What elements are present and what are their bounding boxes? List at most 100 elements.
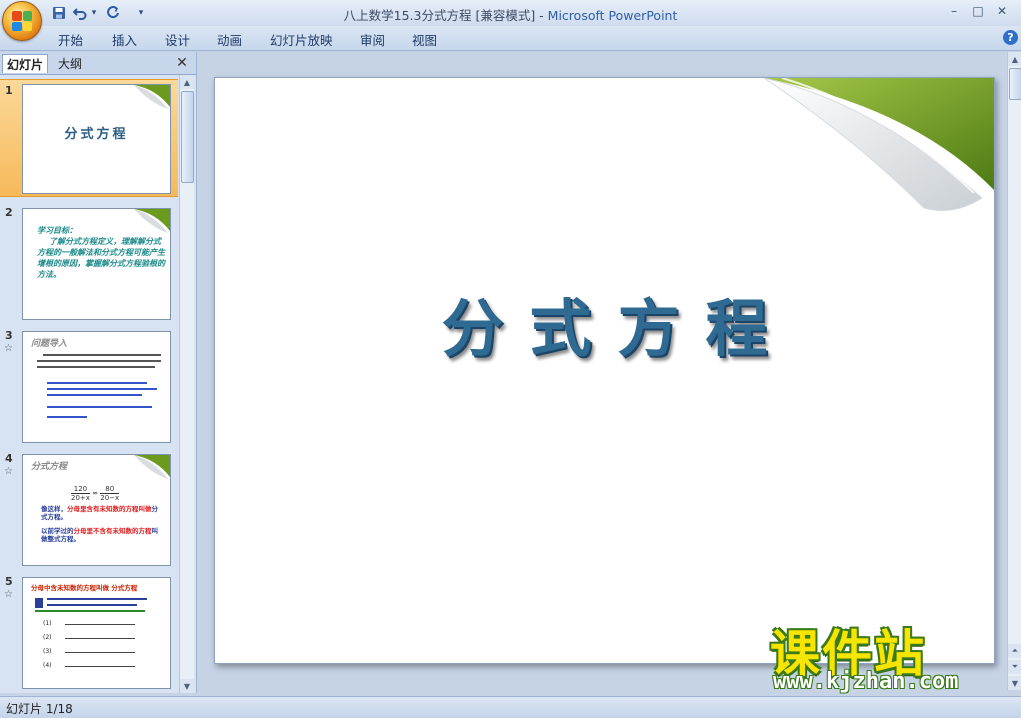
- tab-view[interactable]: 视图: [412, 30, 437, 49]
- minimize-button[interactable]: –: [943, 2, 965, 20]
- text-line: [47, 394, 142, 396]
- thumbnail-heading: 问题导入: [31, 339, 68, 349]
- equation: 120 20+x = 80 20−x: [71, 485, 120, 502]
- tab-outline[interactable]: 大纲: [54, 54, 86, 72]
- row-label: (4): [43, 662, 52, 669]
- slide-thumbnail-3[interactable]: 问题导入: [22, 331, 171, 443]
- corner-leaf-icon: [134, 455, 170, 479]
- text-blue: 以前学过的: [41, 527, 74, 535]
- thumbnail-title: 分式方程: [64, 127, 129, 142]
- thumbnail-number: 2: [5, 206, 13, 219]
- page-curl-leaf-icon: [764, 78, 994, 211]
- text-line: [47, 382, 147, 384]
- text-line: [47, 598, 147, 600]
- animation-star-icon: ☆: [4, 466, 13, 477]
- tab-design[interactable]: 设计: [165, 30, 190, 49]
- thumbnail-list: 1 分式方程 2 学习目标： 了解分式方程定义，理解解分式方程的一般解法和分式方…: [0, 75, 178, 693]
- ribbon-tab-bar: 开始 插入 设计 动画 幻灯片放映 审阅 视图 ?: [0, 26, 1021, 51]
- text-red: 分母里含有未知数的方程叫做: [67, 505, 152, 513]
- text-line: [65, 652, 135, 653]
- scrollbar-thumb[interactable]: [181, 91, 194, 183]
- tab-review[interactable]: 审阅: [360, 30, 385, 49]
- maximize-button[interactable]: □: [967, 2, 989, 20]
- slides-panel: 幻灯片 大纲 ✕ 1 分式方程 2 学习目标： 了解分式方程定义，理解解分式方程…: [0, 52, 197, 693]
- tab-slideshow[interactable]: 幻灯片放映: [270, 30, 333, 49]
- thumbnail-heading: 学习目标：: [37, 226, 77, 235]
- thumbnail-scrollbar[interactable]: ▲ ▼: [179, 75, 194, 693]
- fraction-denominator: 20−x: [100, 494, 120, 502]
- fraction-denominator: 20+x: [71, 494, 90, 502]
- status-bar: 幻灯片 1/18: [0, 696, 1021, 718]
- corner-leaf-icon: [134, 85, 170, 109]
- slide-thumbnail-2[interactable]: 学习目标： 了解分式方程定义，理解解分式方程的一般解法和分式方程可能产生增根的原…: [22, 208, 171, 320]
- thumbnail-heading: 分式方程: [31, 462, 68, 472]
- tab-insert[interactable]: 插入: [112, 30, 137, 49]
- bullet-icon: [35, 598, 43, 608]
- definition-text: 以前学过的分母里不含有未知数的方程叫做整式方程。: [41, 527, 161, 543]
- slide-title[interactable]: 分式方程: [215, 278, 994, 368]
- thumbnail-heading: 分母中含未知数的方程叫做 分式方程: [31, 584, 138, 592]
- fraction-numerator: 80: [100, 485, 120, 494]
- fraction-numerator: 120: [71, 485, 90, 494]
- previous-slide-icon[interactable]: ⏶: [1008, 644, 1021, 658]
- text-line: [47, 406, 152, 408]
- scroll-down-icon[interactable]: ▼: [180, 679, 194, 693]
- thumbnail-number: 3: [5, 329, 13, 342]
- text-line: [43, 354, 161, 356]
- close-button[interactable]: ✕: [991, 2, 1013, 20]
- text-line: [37, 366, 155, 368]
- text-line: [35, 610, 145, 612]
- title-separator: -: [535, 8, 548, 23]
- tab-animations[interactable]: 动画: [217, 30, 242, 49]
- text-line: [65, 624, 135, 625]
- thumbnail-number: 1: [5, 84, 13, 97]
- thumbnail-row-1[interactable]: 1 分式方程: [0, 79, 178, 197]
- slide-indicator: 幻灯片 1/18: [6, 702, 73, 716]
- current-slide[interactable]: 分式方程: [214, 77, 995, 664]
- panel-close-icon[interactable]: ✕: [174, 54, 190, 72]
- document-title: 八上数学15.3分式方程 [兼容模式]: [343, 8, 536, 23]
- office-logo-icon: [12, 11, 32, 31]
- slide-scrollbar[interactable]: ▲ ⏶ ⏷ ▼: [1007, 52, 1021, 690]
- row-label: (3): [43, 648, 52, 655]
- thumbnail-row-5[interactable]: 5 ☆ 分母中含未知数的方程叫做 分式方程 (1) (2) (3) (4): [0, 571, 178, 689]
- thumbnail-row-2[interactable]: 2 学习目标： 了解分式方程定义，理解解分式方程的一般解法和分式方程可能产生增根…: [0, 202, 178, 320]
- text-line: [37, 360, 161, 362]
- text-line: [47, 604, 137, 606]
- text-red: 分母里不含有未知数的方程: [73, 527, 152, 535]
- next-slide-icon[interactable]: ⏷: [1008, 660, 1021, 674]
- thumbnail-row-4[interactable]: 4 ☆ 分式方程 120 20+x = 80 20−x 像这样，分母里含有未知数…: [0, 448, 178, 566]
- thumbnail-row-3[interactable]: 3 ☆ 问题导入: [0, 325, 178, 443]
- scroll-down-icon[interactable]: ▼: [1008, 676, 1021, 690]
- help-icon[interactable]: ?: [1003, 30, 1018, 45]
- window-title: 八上数学15.3分式方程 [兼容模式] - Microsoft PowerPoi…: [0, 5, 1021, 24]
- text-line: [47, 388, 157, 390]
- watermark-url: www.kjzhan.com: [773, 669, 959, 694]
- thumbnail-number: 4: [5, 452, 13, 465]
- text-line: [47, 416, 87, 418]
- definition-text: 像这样，分母里含有未知数的方程叫做分式方程。: [41, 505, 161, 521]
- scroll-up-icon[interactable]: ▲: [1008, 52, 1021, 66]
- tab-slides[interactable]: 幻灯片: [2, 54, 49, 73]
- panel-tabs: 幻灯片 大纲 ✕: [0, 52, 196, 75]
- title-bar: ▾ ▾ 八上数学15.3分式方程 [兼容模式] - Microsoft Powe…: [0, 0, 1021, 41]
- row-label: (2): [43, 634, 52, 641]
- app-name: Microsoft PowerPoint: [547, 8, 678, 23]
- text-line: [65, 666, 135, 667]
- animation-star-icon: ☆: [4, 343, 13, 354]
- slide-thumbnail-1[interactable]: 分式方程: [22, 84, 171, 194]
- row-label: (1): [43, 620, 52, 627]
- scrollbar-thumb[interactable]: [1009, 68, 1021, 100]
- slide-editing-area: 分式方程: [198, 52, 1006, 690]
- office-button[interactable]: [2, 1, 42, 41]
- animation-star-icon: ☆: [4, 589, 13, 600]
- tab-home[interactable]: 开始: [58, 30, 83, 49]
- text-line: [65, 638, 135, 639]
- slide-thumbnail-4[interactable]: 分式方程 120 20+x = 80 20−x 像这样，分母里含有未知数的方程叫…: [22, 454, 171, 566]
- thumbnail-text: 学习目标： 了解分式方程定义，理解解分式方程的一般解法和分式方程可能产生增根的原…: [37, 225, 165, 280]
- text-blue: 像这样，: [41, 505, 67, 513]
- thumbnail-number: 5: [5, 575, 13, 588]
- scroll-up-icon[interactable]: ▲: [180, 75, 194, 89]
- slide-thumbnail-5[interactable]: 分母中含未知数的方程叫做 分式方程 (1) (2) (3) (4): [22, 577, 171, 689]
- thumbnail-body: 了解分式方程定义，理解解分式方程的一般解法和分式方程可能产生增根的原因，掌握解分…: [37, 237, 165, 279]
